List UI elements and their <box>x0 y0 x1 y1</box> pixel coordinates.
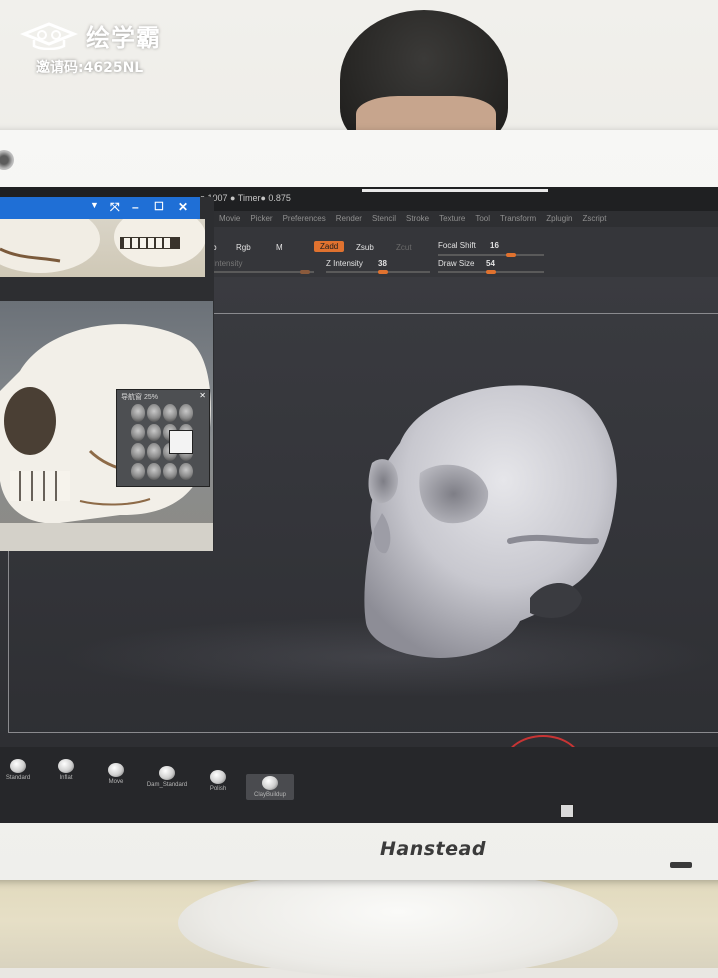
progress-bar <box>362 189 548 192</box>
focal-shift-value: 16 <box>490 241 499 250</box>
monitor-brand-logo: Hanstead <box>380 838 486 860</box>
brush-standard-icon <box>10 759 26 773</box>
brush-label: Dam_Standard <box>146 782 188 788</box>
zadd-button[interactable]: Zadd <box>314 241 345 252</box>
focal-shift-knob[interactable] <box>506 253 516 257</box>
skull-model[interactable] <box>360 373 630 663</box>
brush-label: Move <box>108 779 124 785</box>
menu-picker[interactable]: Picker <box>250 211 272 227</box>
menu-preferences[interactable]: Preferences <box>283 211 326 227</box>
menu-transform[interactable]: Transform <box>500 211 536 227</box>
zcut-button[interactable]: Zcut <box>396 243 412 252</box>
pin-icon[interactable]: ⤧ <box>110 200 120 215</box>
menu-zscript[interactable]: Zscript <box>582 211 606 227</box>
zbrush-screen: o 1007 ● Timer● 0.875 Movie Picker Prefe… <box>0 187 718 823</box>
watermark-logo: 绘学霸 <box>20 18 161 53</box>
menu-zplugin[interactable]: Zplugin <box>546 211 572 227</box>
navigator-close-icon[interactable]: ✕ <box>199 391 206 400</box>
power-led <box>670 862 692 868</box>
rgb-intensity-knob[interactable] <box>300 270 310 274</box>
brush-claybuildup-icon <box>262 776 278 790</box>
brush-shelf <box>0 747 718 823</box>
brush-move-icon <box>108 763 124 777</box>
reference-image-top <box>0 205 206 277</box>
brush-inflat[interactable]: Inflat <box>48 759 84 781</box>
dropdown-icon[interactable]: ▼ <box>90 200 99 210</box>
brush-dam-standard[interactable]: Dam_Standard <box>144 766 190 788</box>
menu-stencil[interactable]: Stencil <box>372 211 396 227</box>
brush-polish-icon <box>210 770 226 784</box>
brush-claybuildup[interactable]: ClayBuildup <box>246 774 294 800</box>
brush-label: Inflat <box>59 775 73 781</box>
rgb-button[interactable]: Rgb <box>236 243 251 252</box>
menu-render[interactable]: Render <box>336 211 362 227</box>
navigator-selected-thumbnail[interactable] <box>169 430 193 454</box>
menu-stroke[interactable]: Stroke <box>406 211 429 227</box>
menu-tool[interactable]: Tool <box>475 211 490 227</box>
brush-label: ClayBuildup <box>253 792 287 798</box>
menu-bar: Movie Picker Preferences Render Stencil … <box>205 211 718 227</box>
watermark-invite-code: 邀请码:4625NL <box>36 60 144 76</box>
navigator-panel[interactable]: 导航窗 25% ✕ <box>116 389 210 487</box>
reference-window-titlebar[interactable]: ▼ ⤧ – ☐ ✕ <box>0 197 200 219</box>
focal-shift-slider[interactable] <box>438 254 544 256</box>
brush-move[interactable]: Move <box>98 763 134 785</box>
menu-movie[interactable]: Movie <box>219 211 240 227</box>
m-button[interactable]: M <box>276 243 283 252</box>
z-intensity-label: Z Intensity <box>326 259 363 268</box>
draw-size-label: Draw Size <box>438 259 475 268</box>
brush-label: Polish <box>209 786 227 792</box>
graduation-cap-icon <box>20 21 78 50</box>
watermark-brand-name: 绘学霸 <box>86 24 161 52</box>
brush-dam-standard-icon <box>159 766 175 780</box>
close-icon[interactable]: ✕ <box>178 200 188 214</box>
menu-texture[interactable]: Texture <box>439 211 465 227</box>
maximize-icon[interactable]: ☐ <box>154 200 164 213</box>
canvas-corner-button[interactable] <box>560 804 574 818</box>
navigator-title: 导航窗 25% <box>121 394 158 401</box>
focal-shift-label: Focal Shift <box>438 241 476 250</box>
rgb-intensity-slider[interactable] <box>206 271 314 273</box>
brush-polish[interactable]: Polish <box>200 770 236 792</box>
draw-size-knob[interactable] <box>486 270 496 274</box>
brush-label: Standard <box>5 775 31 781</box>
brush-inflat-icon <box>58 759 74 773</box>
reference-image-window[interactable]: ▼ ⤧ – ☐ ✕ 导航窗 25% ✕ <box>0 197 214 551</box>
monitor-stand-base <box>178 868 618 978</box>
draw-size-value: 54 <box>486 259 495 268</box>
skull-photo-top <box>0 205 206 273</box>
minimize-icon[interactable]: – <box>132 200 139 214</box>
zsub-button[interactable]: Zsub <box>356 243 374 252</box>
z-intensity-value: 38 <box>378 259 387 268</box>
z-intensity-knob[interactable] <box>378 270 388 274</box>
brush-standard[interactable]: Standard <box>0 759 36 781</box>
